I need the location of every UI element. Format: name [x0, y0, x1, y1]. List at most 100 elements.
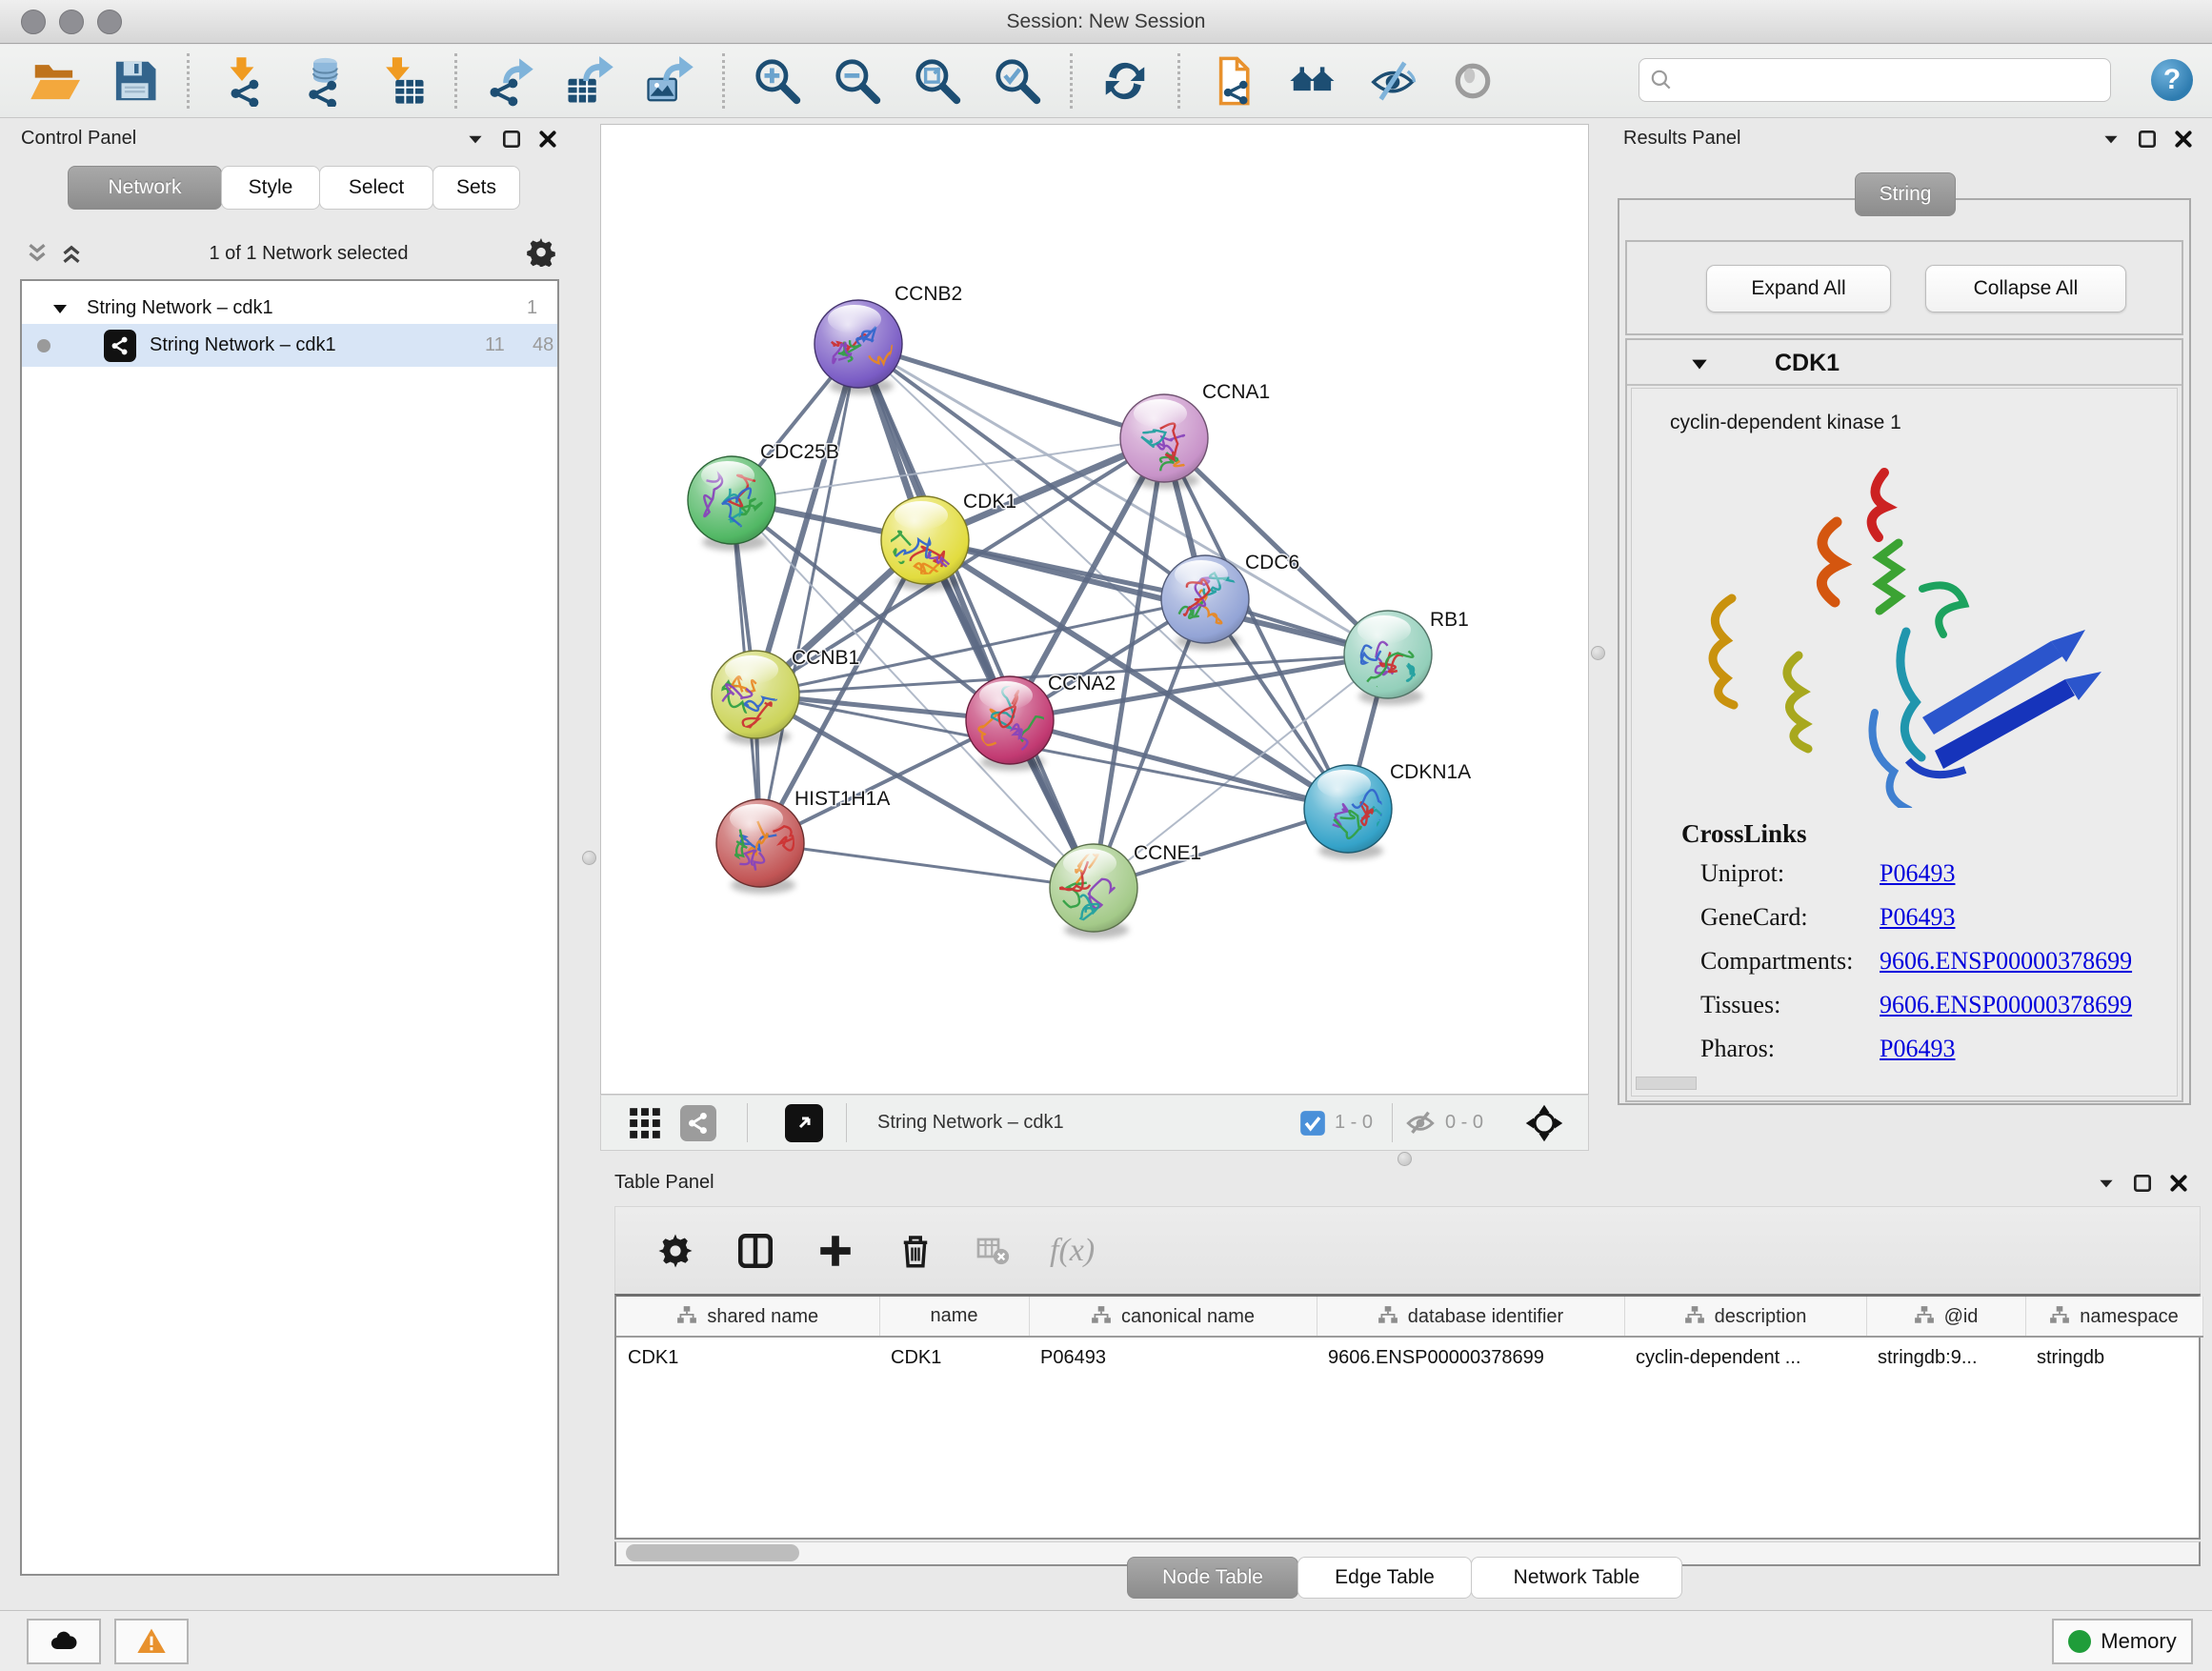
- network-edge[interactable]: [760, 344, 858, 843]
- add-column-icon[interactable]: [815, 1231, 855, 1271]
- network-view-canvas[interactable]: CCNB2 CCNA1 CDC25B CDK1 CDC6 RB1 CCNB1: [600, 124, 1589, 1095]
- zoom-fit-icon[interactable]: [910, 53, 965, 109]
- crosslink-link[interactable]: P06493: [1880, 859, 1955, 888]
- update-icon[interactable]: [1097, 53, 1153, 109]
- hide-selected-icon[interactable]: [1365, 53, 1420, 109]
- expand-all-button[interactable]: Expand All: [1706, 265, 1891, 312]
- selected-checkbox-icon[interactable]: [1299, 1096, 1326, 1150]
- close-panel-icon[interactable]: [537, 129, 558, 150]
- collapse-all-networks-icon[interactable]: [57, 239, 86, 268]
- open-view-in-window-icon[interactable]: [785, 1096, 823, 1150]
- export-network-icon[interactable]: [482, 53, 537, 109]
- table-cell[interactable]: cyclin-dependent ...: [1624, 1337, 1866, 1380]
- crosslink-link[interactable]: P06493: [1880, 1035, 1955, 1063]
- vertical-splitter-grip[interactable]: [1591, 646, 1605, 660]
- collapse-section-icon[interactable]: [1689, 353, 1710, 374]
- zoom-in-icon[interactable]: [750, 53, 805, 109]
- network-edge[interactable]: [858, 344, 1164, 438]
- crosslink-link[interactable]: 9606.ENSP00000378699: [1880, 991, 2132, 1019]
- network-edge[interactable]: [760, 843, 1094, 888]
- string-view-icon[interactable]: [680, 1096, 716, 1150]
- horizontal-splitter-grip[interactable]: [1398, 1152, 1412, 1166]
- column-header[interactable]: shared name: [616, 1297, 879, 1337]
- float-panel-icon[interactable]: [2137, 129, 2158, 150]
- float-panel-icon[interactable]: [501, 129, 522, 150]
- search-input[interactable]: [1681, 70, 2101, 91]
- gene-section-header[interactable]: CDK1: [1627, 340, 2182, 386]
- tab-sets[interactable]: Sets: [432, 166, 520, 210]
- homes-icon[interactable]: [1285, 53, 1340, 109]
- network-node-CCNB1[interactable]: CCNB1: [712, 647, 859, 745]
- tab-network[interactable]: Network: [68, 166, 222, 210]
- collapse-all-button[interactable]: Collapse All: [1925, 265, 2126, 312]
- panel-menu-icon[interactable]: [2096, 1173, 2117, 1194]
- cloud-icon[interactable]: [27, 1619, 101, 1664]
- table-cell[interactable]: CDK1: [616, 1337, 879, 1380]
- network-edge[interactable]: [858, 344, 1094, 888]
- zoom-out-icon[interactable]: [830, 53, 885, 109]
- network-options-gear-icon[interactable]: [526, 236, 556, 272]
- network-edge[interactable]: [925, 540, 1388, 654]
- network-row-selected[interactable]: String Network – cdk1 11 48: [22, 324, 557, 367]
- scrollbar-thumb[interactable]: [626, 1544, 799, 1561]
- tab-string-results[interactable]: String: [1855, 172, 1956, 216]
- network-node-HIST1H1A[interactable]: HIST1H1A: [716, 788, 890, 894]
- export-table-icon[interactable]: [562, 53, 617, 109]
- birdseye-view-icon[interactable]: [627, 1096, 663, 1150]
- table-cell[interactable]: P06493: [1029, 1337, 1317, 1380]
- results-scrollbar-thumb[interactable]: [1636, 1077, 1697, 1090]
- search-box[interactable]: [1639, 58, 2111, 102]
- column-header[interactable]: description: [1624, 1297, 1866, 1337]
- float-panel-icon[interactable]: [2132, 1173, 2153, 1194]
- close-panel-icon[interactable]: [2168, 1173, 2189, 1194]
- tab-select[interactable]: Select: [319, 166, 433, 210]
- column-header[interactable]: @id: [1866, 1297, 2025, 1337]
- memory-button[interactable]: Memory: [2052, 1619, 2193, 1664]
- tab-edge-table[interactable]: Edge Table: [1297, 1557, 1472, 1599]
- network-node-CCNA2[interactable]: CCNA2: [966, 673, 1116, 771]
- column-header[interactable]: namespace: [2025, 1297, 2202, 1337]
- tab-node-table[interactable]: Node Table: [1127, 1557, 1298, 1599]
- network-node-CDKN1A[interactable]: CDKN1A: [1304, 761, 1471, 859]
- panel-menu-icon[interactable]: [465, 129, 486, 150]
- collapse-tree-icon[interactable]: [50, 299, 70, 318]
- save-session-icon[interactable]: [107, 53, 162, 109]
- network-node-CCNB2[interactable]: CCNB2: [814, 283, 962, 394]
- warning-icon[interactable]: [114, 1619, 189, 1664]
- crosslink-link[interactable]: 9606.ENSP00000378699: [1880, 947, 2132, 976]
- column-header[interactable]: canonical name: [1029, 1297, 1317, 1337]
- show-columns-icon[interactable]: [735, 1231, 775, 1271]
- table-options-gear-icon[interactable]: [655, 1231, 695, 1271]
- graphics-details-icon[interactable]: [1445, 53, 1500, 109]
- table-cell[interactable]: stringdb: [2025, 1337, 2202, 1380]
- expand-all-networks-icon[interactable]: [23, 239, 51, 268]
- export-image-icon[interactable]: [642, 53, 697, 109]
- table-cell[interactable]: CDK1: [879, 1337, 1029, 1380]
- crosslink-link[interactable]: P06493: [1880, 903, 1955, 932]
- open-session-icon[interactable]: [27, 53, 82, 109]
- help-icon[interactable]: ?: [2151, 59, 2193, 101]
- network-node-RB1[interactable]: RB1: [1344, 609, 1469, 705]
- network-node-CDK1[interactable]: CDK1: [881, 491, 1016, 591]
- import-network-icon[interactable]: [214, 53, 270, 109]
- table-row[interactable]: CDK1CDK1P064939606.ENSP00000378699cyclin…: [616, 1337, 2202, 1380]
- panel-menu-icon[interactable]: [2101, 129, 2122, 150]
- import-table-icon[interactable]: [374, 53, 430, 109]
- network-node-CCNA1[interactable]: CCNA1: [1120, 381, 1270, 493]
- tab-style[interactable]: Style: [221, 166, 320, 210]
- table-cell[interactable]: stringdb:9...: [1866, 1337, 2025, 1380]
- table-cell[interactable]: 9606.ENSP00000378699: [1317, 1337, 1624, 1380]
- vertical-splitter-grip[interactable]: [582, 851, 596, 865]
- delete-column-icon[interactable]: [895, 1231, 935, 1271]
- tab-network-table[interactable]: Network Table: [1471, 1557, 1682, 1599]
- network-node-CDC6[interactable]: CDC6: [1161, 552, 1299, 650]
- zoom-selected-icon[interactable]: [990, 53, 1045, 109]
- node-table[interactable]: shared namenamecanonical namedatabase id…: [614, 1294, 2201, 1540]
- close-panel-icon[interactable]: [2173, 129, 2194, 150]
- column-header[interactable]: database identifier: [1317, 1297, 1624, 1337]
- column-header[interactable]: name: [879, 1297, 1029, 1337]
- fit-content-icon[interactable]: [1523, 1096, 1565, 1150]
- import-network-from-database-icon[interactable]: [294, 53, 350, 109]
- share-file-icon[interactable]: [1205, 53, 1260, 109]
- network-node-CCNE1[interactable]: CCNE1: [1050, 842, 1201, 938]
